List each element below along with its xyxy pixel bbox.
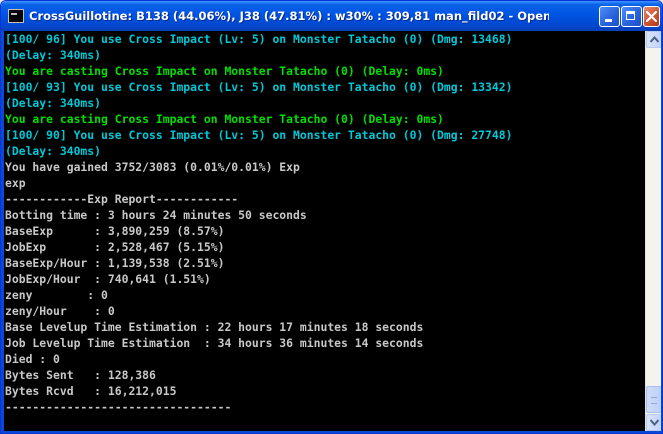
close-button[interactable] <box>643 6 660 27</box>
console-line: Base Levelup Time Estimation : 22 hours … <box>5 320 424 334</box>
title-bar[interactable]: CrossGuillotine: B138 (44.06%), J38 (47.… <box>1 1 662 31</box>
console-line: BaseExp : 3,890,259 (8.57%) <box>5 224 225 238</box>
console-line: JobExp : 2,528,467 (5.15%) <box>5 240 225 254</box>
console-line: zeny/Hour : 0 <box>5 304 115 318</box>
console-line: Died : 0 <box>5 352 60 366</box>
console-line: (Delay: 340ms) <box>5 144 102 158</box>
console-line: (Delay: 340ms) <box>5 48 102 62</box>
openkore-console-window: CrossGuillotine: B138 (44.06%), J38 (47.… <box>0 0 663 434</box>
console-line: You are casting Cross Impact on Monster … <box>5 64 444 78</box>
console-line: zeny : 0 <box>5 288 108 302</box>
console-line: Botting time : 3 hours 24 minutes 50 sec… <box>5 208 307 222</box>
scroll-thumb[interactable] <box>646 386 662 413</box>
close-icon <box>646 11 657 22</box>
console-line: Bytes Sent : 128,386 <box>5 368 156 382</box>
vertical-scrollbar[interactable] <box>645 31 662 431</box>
arrow-up-icon <box>650 36 659 43</box>
console-output[interactable]: [100/ 96] You use Cross Impact (Lv: 5) o… <box>4 31 645 431</box>
maximize-button[interactable] <box>621 6 642 27</box>
console-line: (Delay: 340ms) <box>5 96 102 110</box>
scroll-up-button[interactable] <box>646 31 662 48</box>
arrow-down-icon <box>650 419 659 426</box>
console-line: [100/ 96] You use Cross Impact (Lv: 5) o… <box>5 32 513 46</box>
console-line: Bytes Rcvd : 16,212,015 <box>5 384 177 398</box>
console-line: --------------------------------- <box>5 400 232 414</box>
console-line: [100/ 90] You use Cross Impact (Lv: 5) o… <box>5 128 513 142</box>
console-line: You have gained 3752/3083 (0.01%/0.01%) … <box>5 160 300 174</box>
console-line: [100/ 93] You use Cross Impact (Lv: 5) o… <box>5 80 513 94</box>
console-line: JobExp/Hour : 740,641 (1.51%) <box>5 272 211 286</box>
scroll-down-button[interactable] <box>646 414 662 431</box>
minimize-button[interactable] <box>599 6 620 27</box>
console-line: BaseExp/Hour : 1,139,538 (2.51%) <box>5 256 225 270</box>
window-title: CrossGuillotine: B138 (44.06%), J38 (47.… <box>29 9 549 23</box>
console-line: exp <box>5 176 26 190</box>
console-window-icon[interactable] <box>8 9 24 23</box>
console-line: ------------Exp Report------------ <box>5 192 239 206</box>
console-line: You are casting Cross Impact on Monster … <box>5 112 444 126</box>
console-line: Job Levelup Time Estimation : 34 hours 3… <box>5 336 424 350</box>
